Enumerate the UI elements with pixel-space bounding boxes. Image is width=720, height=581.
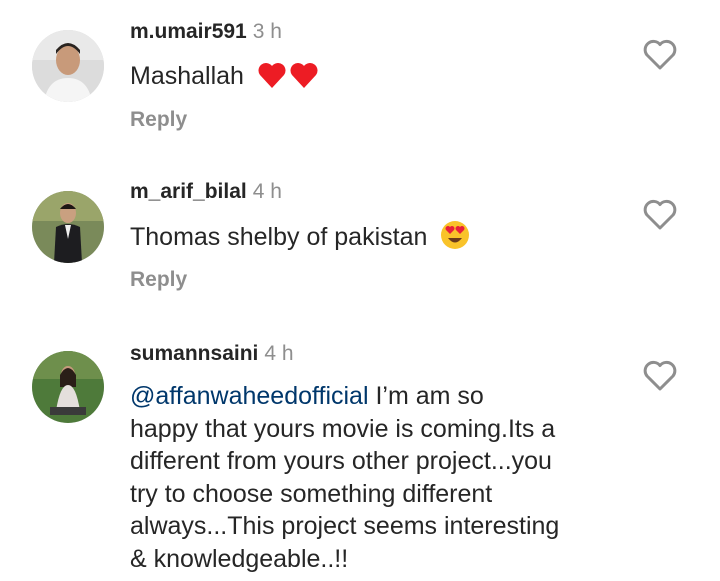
- comment-body: Mashallah: [130, 62, 244, 90]
- comment-line: different from yours other project...you: [130, 447, 552, 475]
- comment-line: & knowledgeable..!!: [130, 544, 349, 573]
- heart-outline-icon[interactable]: [642, 360, 678, 392]
- comment-line: happy that yours movie is coming.Its a: [130, 414, 556, 443]
- comment-line: try to choose something different: [130, 479, 493, 508]
- reply-button[interactable]: Reply: [130, 108, 187, 132]
- avatar[interactable]: [32, 191, 104, 263]
- comment-meta: m_arif_bilal 4 h: [130, 180, 282, 204]
- timestamp: 4 h: [264, 342, 294, 365]
- heart-eyes-emoji-icon: [440, 220, 470, 259]
- comment-line: I’m am so: [368, 382, 484, 410]
- username[interactable]: m.umair591: [130, 20, 247, 43]
- avatar[interactable]: [32, 351, 104, 423]
- comment-text: Thomas shelby of pakistan: [130, 220, 650, 259]
- avatar[interactable]: [32, 30, 104, 102]
- username[interactable]: m_arif_bilal: [130, 180, 247, 203]
- comment-line: always...This project seems interesting: [130, 512, 560, 540]
- reply-button[interactable]: Reply: [130, 268, 187, 292]
- timestamp: 3 h: [252, 20, 282, 43]
- heart-outline-icon[interactable]: [642, 199, 678, 231]
- timestamp: 4 h: [252, 180, 282, 203]
- comment-meta: m.umair591 3 h: [130, 20, 282, 44]
- username[interactable]: sumannsaini: [130, 342, 258, 365]
- avatar-image: [32, 30, 104, 102]
- red-heart-emoji-icon: [257, 61, 319, 98]
- comment-meta: sumannsaini 4 h: [130, 342, 294, 366]
- avatar-image: [32, 351, 104, 423]
- comment-text: Mashallah: [130, 60, 650, 98]
- comment-text: @affanwaheedofficial I’m am so happy tha…: [130, 380, 650, 575]
- comment-body: Thomas shelby of pakistan: [130, 223, 428, 251]
- heart-outline-icon[interactable]: [642, 39, 678, 71]
- avatar-image: [32, 191, 104, 263]
- mention-link[interactable]: @affanwaheedofficial: [130, 382, 369, 410]
